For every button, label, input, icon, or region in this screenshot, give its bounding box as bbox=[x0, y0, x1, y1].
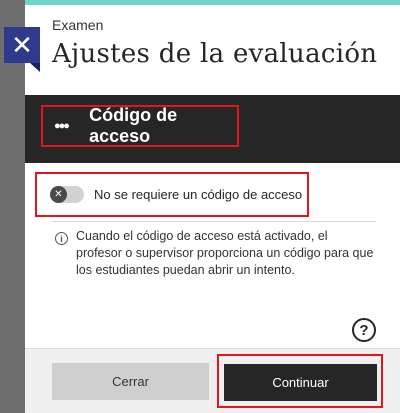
cancel-button[interactable]: Cerrar bbox=[52, 363, 209, 400]
section-title-highlight: ●●● Código de acceso bbox=[41, 105, 239, 147]
accent-strip bbox=[25, 0, 400, 5]
divider bbox=[52, 221, 376, 222]
close-tab-shadow bbox=[30, 63, 40, 72]
panel-title: Ajustes de la evaluación bbox=[52, 39, 378, 69]
panel-footer: Cerrar Continuar bbox=[25, 348, 400, 413]
info-icon: i bbox=[55, 232, 68, 245]
group-icon: ●●● bbox=[54, 120, 70, 132]
help-icon[interactable]: ? bbox=[352, 318, 376, 342]
settings-panel: Examen Ajustes de la evaluación ●●● Códi… bbox=[25, 0, 400, 413]
access-code-toggle-label: No se requiere un código de acceso bbox=[94, 187, 303, 202]
continue-button-highlight: Continuar bbox=[217, 354, 383, 408]
section-title: Código de acceso bbox=[89, 105, 178, 146]
close-panel-button[interactable]: ✕ bbox=[4, 27, 40, 72]
access-code-toggle[interactable]: ✕ bbox=[50, 186, 84, 203]
panel-eyebrow: Examen bbox=[52, 17, 104, 33]
toggle-off-icon: ✕ bbox=[50, 186, 67, 203]
section-header: ●●● Código de acceso bbox=[25, 95, 400, 163]
access-code-toggle-row: ✕ No se requiere un código de acceso bbox=[35, 172, 309, 217]
continue-button[interactable]: Continuar bbox=[224, 364, 377, 401]
info-text: Cuando el código de acceso está activado… bbox=[76, 229, 374, 277]
close-icon: ✕ bbox=[11, 30, 33, 60]
